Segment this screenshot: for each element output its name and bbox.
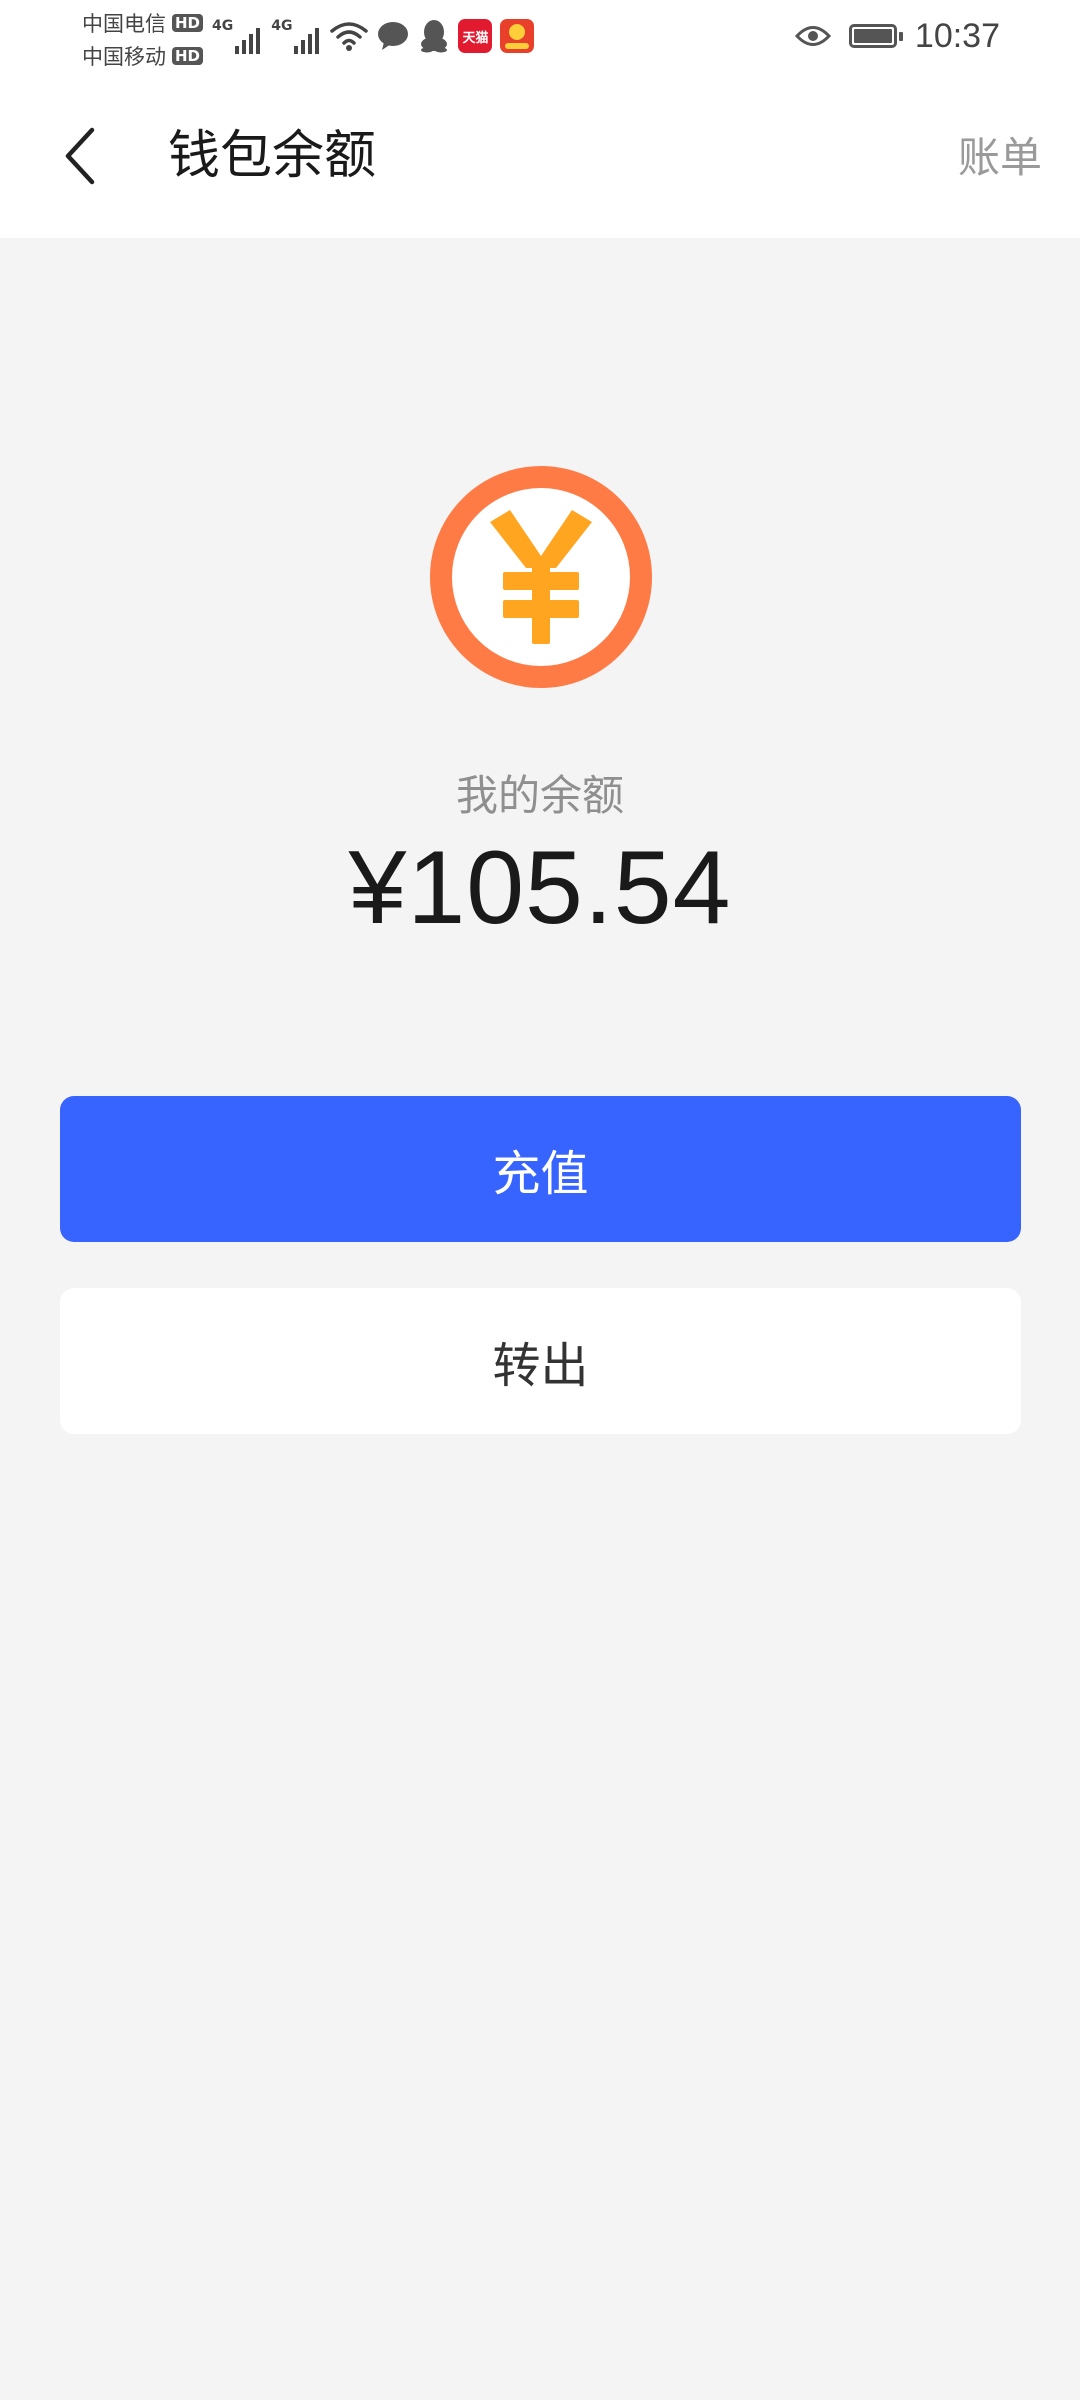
message-icon (378, 22, 409, 50)
status-time: 10:37 (914, 16, 1000, 55)
page-title: 钱包余额 (168, 126, 377, 186)
hd-badge: HD (172, 46, 204, 65)
recharge-button-label: 充值 (492, 1146, 589, 1202)
recharge-button[interactable]: 充值 (60, 1096, 1021, 1242)
carrier-info: 中国电信 HD 中国移动 HD (82, 6, 212, 72)
balance-label: 我的余额 (455, 771, 624, 820)
yuan-coin-icon (428, 464, 654, 690)
tmall-icon: 天猫 (458, 19, 493, 53)
hd-badge: HD (172, 13, 204, 32)
balance-amount: ¥105.54 (348, 830, 732, 946)
bill-link[interactable]: 账单 (958, 128, 1042, 188)
top-area: 中国电信 HD 中国移动 HD 4G 4G 天猫 10:37 钱包余额 账单 (0, 0, 1080, 238)
network-type-label: 4G (212, 18, 234, 34)
network-type-label: 4G (271, 18, 293, 34)
carrier-line-1: 中国电信 HD (82, 6, 212, 39)
carrier-line-2: 中国移动 HD (82, 39, 212, 72)
signal-icon: 4G (271, 18, 322, 54)
qq-icon (421, 20, 448, 53)
app-header: 钱包余额 账单 (0, 72, 1080, 238)
status-bar: 中国电信 HD 中国移动 HD 4G 4G 天猫 10:37 (0, 0, 1080, 72)
tmall-icon-label: 天猫 (462, 30, 489, 46)
lottery-app-icon (500, 19, 535, 53)
signal-icon: 4G (212, 18, 263, 54)
carrier-1-name: 中国电信 (82, 11, 166, 36)
wifi-icon (330, 22, 369, 51)
eye-icon (794, 26, 831, 46)
back-button[interactable] (50, 116, 110, 196)
battery-icon (848, 24, 903, 48)
status-icons: 4G 4G 天猫 (212, 14, 542, 58)
transfer-out-button-label: 转出 (492, 1338, 589, 1394)
carrier-2-name: 中国移动 (82, 44, 166, 69)
status-right: 10:37 (777, 14, 1000, 58)
chevron-left-icon (65, 127, 95, 185)
transfer-out-button[interactable]: 转出 (60, 1288, 1021, 1434)
